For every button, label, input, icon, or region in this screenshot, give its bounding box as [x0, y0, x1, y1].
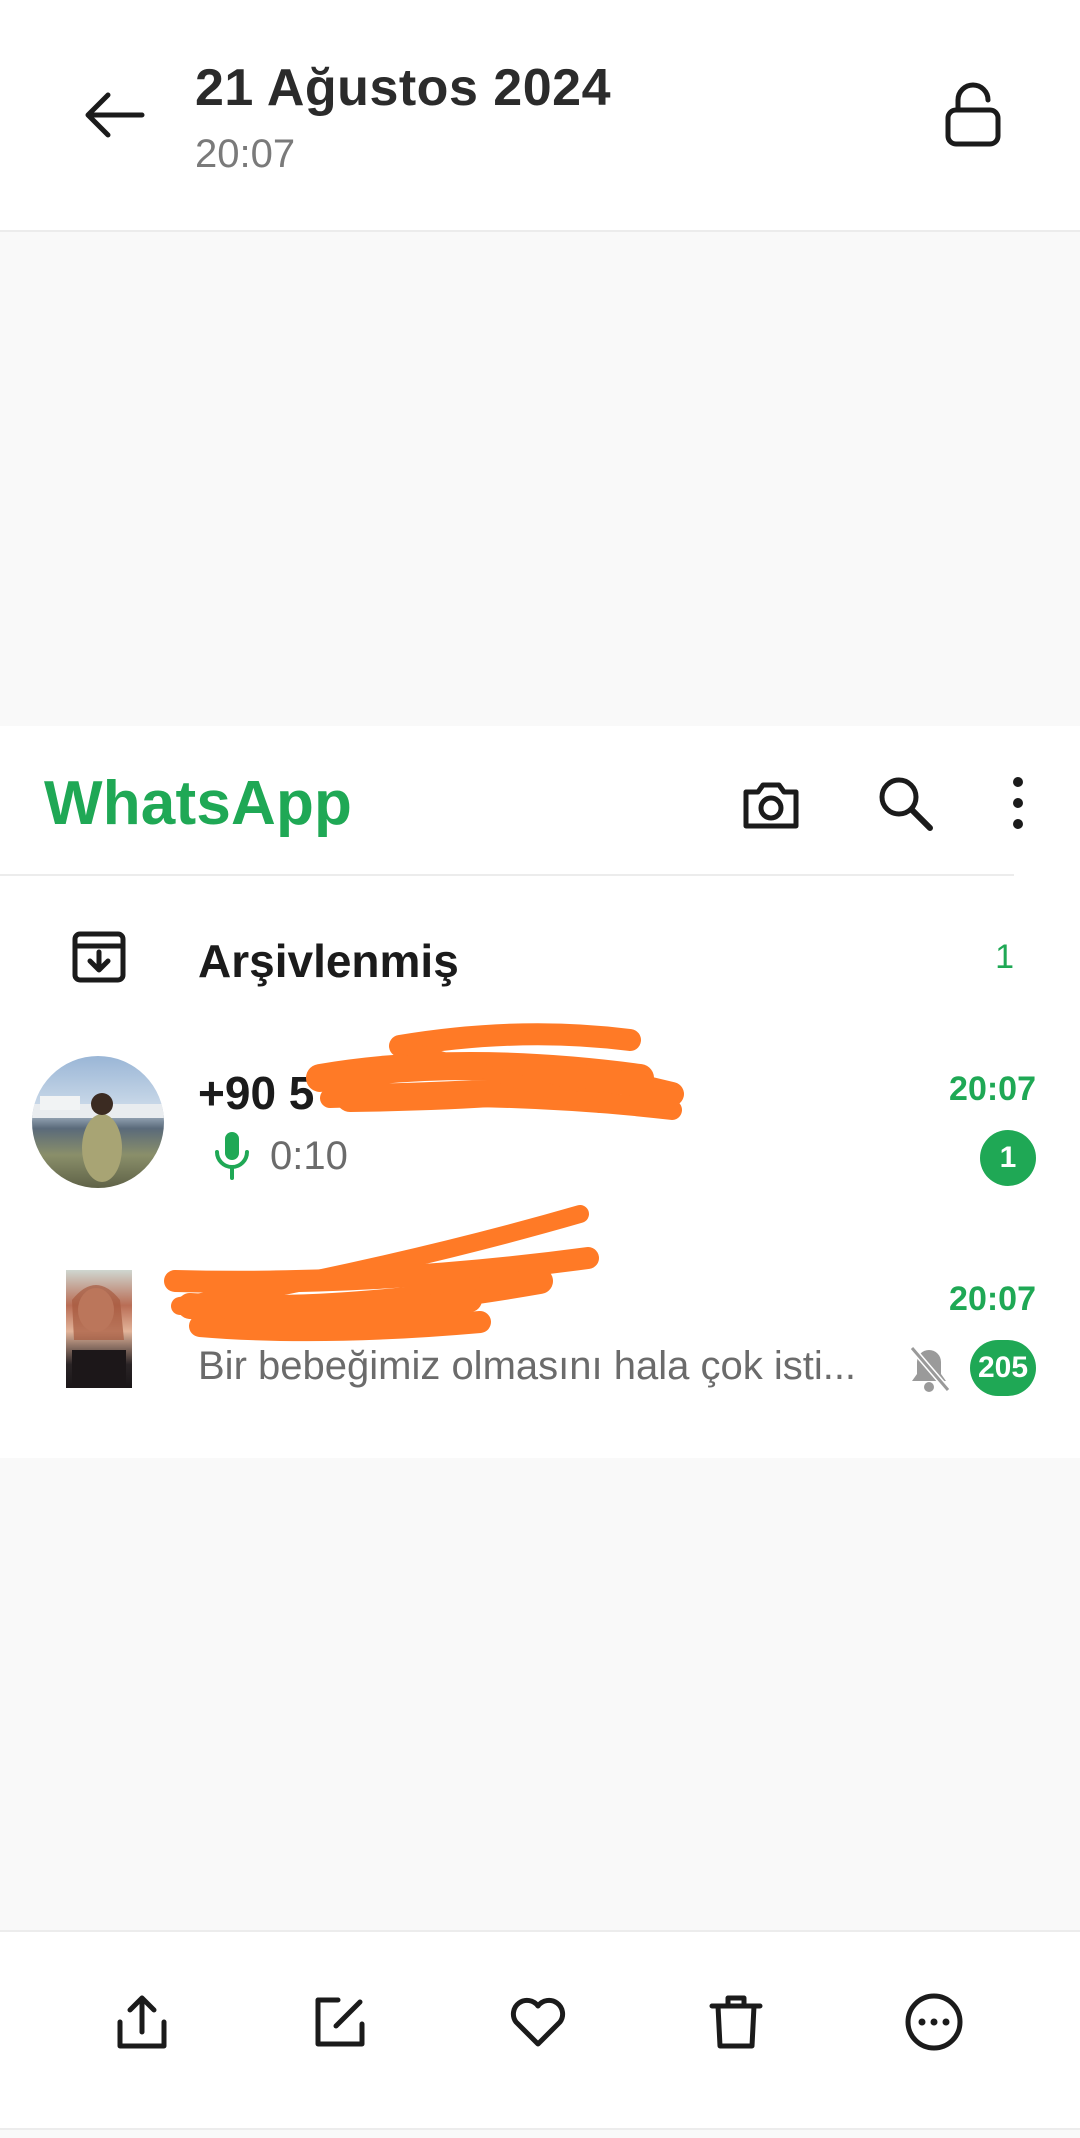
delete-button[interactable]	[704, 1990, 768, 2054]
avatar-photo	[32, 1093, 164, 1182]
edit-button[interactable]	[308, 1990, 372, 2054]
lock-button[interactable]	[940, 82, 1006, 148]
chat-list-item[interactable]: 20:07 Bir bebeğimiz olmasını hala çok is…	[0, 1266, 1080, 1416]
back-arrow-icon	[85, 92, 145, 138]
overflow-menu-button[interactable]	[1000, 772, 1036, 834]
whatsapp-screenshot: WhatsApp Arşivlenmiş 1 +90 5 20:07 0:10 …	[0, 726, 1080, 1458]
unread-badge: 205	[970, 1340, 1036, 1396]
share-button[interactable]	[110, 1990, 174, 2054]
share-icon	[117, 1995, 167, 2049]
favorite-button[interactable]	[506, 1990, 570, 2054]
header-divider	[0, 874, 1014, 876]
chat-list-item[interactable]: +90 5 20:07 0:10 1	[0, 1056, 1080, 1206]
avatar-photo	[72, 1285, 126, 1388]
more-button[interactable]	[902, 1990, 966, 2054]
whatsapp-title: WhatsApp	[44, 769, 353, 838]
avatar[interactable]	[32, 1056, 164, 1188]
viewer-header: 21 Ağustos 2024 20:07	[0, 0, 1080, 232]
camera-icon	[743, 782, 799, 829]
chat-time: 20:07	[949, 1070, 1036, 1108]
edit-icon	[315, 1997, 365, 2047]
archived-chats-row[interactable]: Arşivlenmiş 1	[0, 916, 1080, 1016]
voice-duration: 0:10	[270, 1134, 348, 1178]
unlock-icon	[945, 82, 1001, 147]
photo-action-bar	[0, 1930, 1080, 2130]
avatar[interactable]	[66, 1270, 132, 1388]
archived-count: 1	[995, 938, 1014, 976]
chat-name: +90 5	[198, 1067, 315, 1119]
camera-button[interactable]	[740, 774, 802, 836]
chat-time: 20:07	[949, 1280, 1036, 1318]
archived-label: Arşivlenmiş	[198, 935, 459, 987]
mic-icon	[215, 1132, 249, 1180]
unread-badge: 1	[980, 1130, 1036, 1186]
search-icon	[879, 777, 933, 831]
trash-icon	[709, 1995, 763, 2049]
gallery-photo-viewer: 21 Ağustos 2024 20:07 WhatsApp Arşivlenm…	[0, 0, 1080, 2138]
more-icon	[905, 1993, 963, 2051]
last-message-preview: Bir bebeğimiz olmasını hala çok isti...	[198, 1344, 857, 1388]
back-button[interactable]	[78, 85, 158, 145]
search-button[interactable]	[874, 772, 936, 834]
photo-time: 20:07	[195, 132, 296, 176]
photo-date: 21 Ağustos 2024	[195, 59, 611, 117]
archive-icon	[72, 931, 126, 983]
more-vertical-icon	[1013, 777, 1023, 829]
muted-bell-icon	[909, 1346, 951, 1392]
heart-icon	[510, 1997, 566, 2047]
